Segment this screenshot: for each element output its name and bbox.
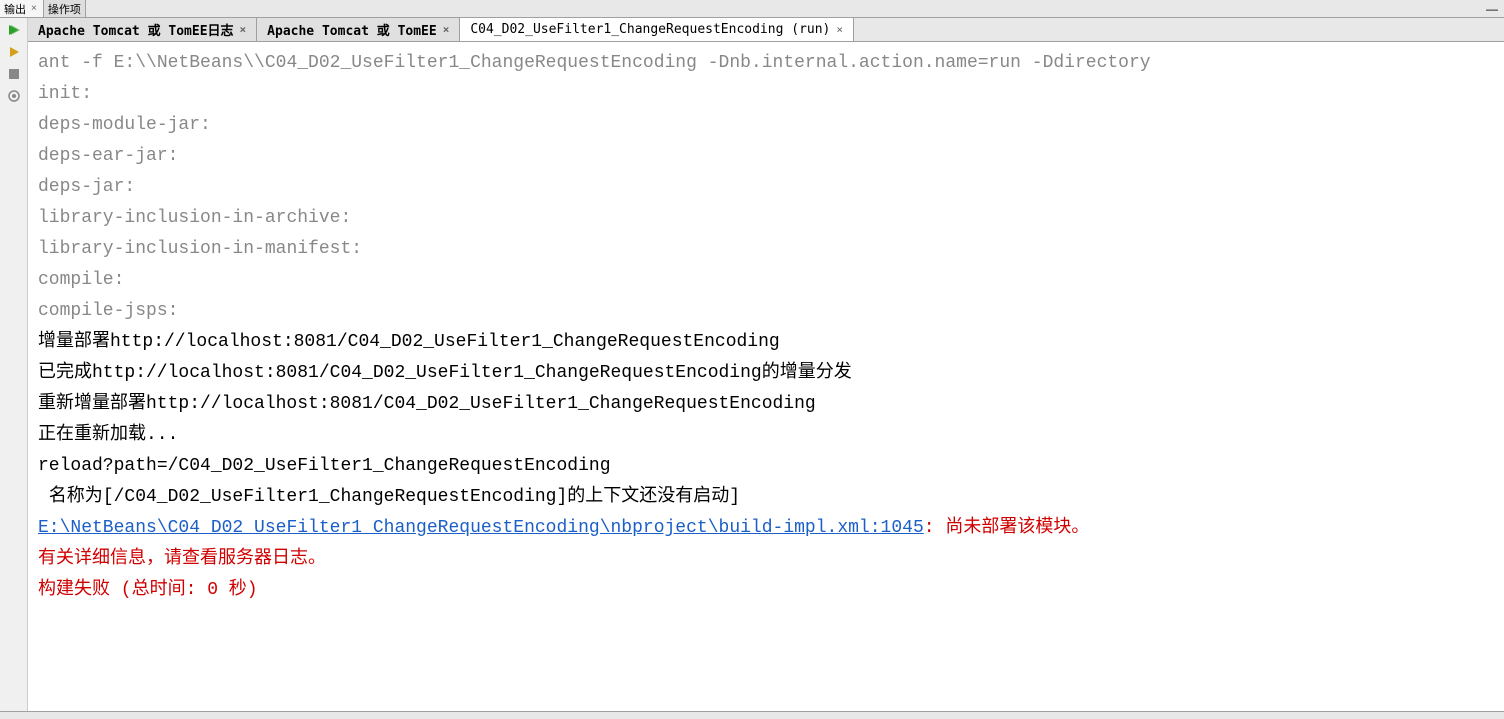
close-icon[interactable]: ×	[836, 23, 843, 36]
settings-icon[interactable]	[6, 88, 22, 104]
console-line: init:	[38, 79, 1494, 110]
stop-icon[interactable]	[6, 66, 22, 82]
close-icon[interactable]: ×	[240, 23, 247, 36]
main-area: Apache Tomcat 或 TomEE日志 × Apache Tomcat …	[0, 18, 1504, 711]
console-line: 重新增量部署http://localhost:8081/C04_D02_UseF…	[38, 389, 1494, 420]
console-line: deps-ear-jar:	[38, 141, 1494, 172]
tab-label: 操作项	[48, 1, 81, 17]
tab-actions[interactable]: 操作项	[44, 0, 86, 17]
content-area: Apache Tomcat 或 TomEE日志 × Apache Tomcat …	[28, 18, 1504, 711]
run-icon[interactable]	[6, 44, 22, 60]
console-error-line: E:\NetBeans\C04_D02_UseFilter1_ChangeReq…	[38, 513, 1494, 544]
tab-label: Apache Tomcat 或 TomEE日志	[38, 20, 234, 39]
console-error-detail: 有关详细信息，请查看服务器日志。	[38, 544, 1494, 575]
tab-label: C04_D02_UseFilter1_ChangeRequestEncoding…	[470, 22, 830, 37]
console-line: library-inclusion-in-manifest:	[38, 234, 1494, 265]
tab-run-output[interactable]: C04_D02_UseFilter1_ChangeRequestEncoding…	[460, 18, 854, 41]
console-line: library-inclusion-in-archive:	[38, 203, 1494, 234]
tab-label: Apache Tomcat 或 TomEE	[267, 20, 437, 39]
console-line: 已完成http://localhost:8081/C04_D02_UseFilt…	[38, 358, 1494, 389]
close-icon[interactable]: ×	[443, 23, 450, 36]
console-line: 增量部署http://localhost:8081/C04_D02_UseFil…	[38, 327, 1494, 358]
console-line: 名称为[/C04_D02_UseFilter1_ChangeRequestEnc…	[38, 482, 1494, 513]
console-build-fail: 构建失败 (总时间: 0 秒)	[38, 575, 1494, 606]
console-line: reload?path=/C04_D02_UseFilter1_ChangeRe…	[38, 451, 1494, 482]
bottom-border	[0, 711, 1504, 719]
console-line: deps-jar:	[38, 172, 1494, 203]
toolbar-gutter	[0, 18, 28, 711]
rerun-icon[interactable]	[6, 22, 22, 38]
console-line: 正在重新加载...	[38, 420, 1494, 451]
close-icon[interactable]: ×	[29, 3, 39, 14]
error-file-link[interactable]: E:\NetBeans\C04_D02_UseFilter1_ChangeReq…	[38, 518, 924, 538]
tab-tomcat-log[interactable]: Apache Tomcat 或 TomEE日志 ×	[28, 18, 257, 41]
tab-output[interactable]: 输出 ×	[0, 0, 44, 17]
console-line: compile:	[38, 265, 1494, 296]
console-line: deps-module-jar:	[38, 110, 1494, 141]
console-output[interactable]: ant -f E:\\NetBeans\\C04_D02_UseFilter1_…	[28, 42, 1504, 711]
tab-tomcat[interactable]: Apache Tomcat 或 TomEE ×	[257, 18, 460, 41]
minimize-button[interactable]: —	[1480, 0, 1504, 17]
console-line: ant -f E:\\NetBeans\\C04_D02_UseFilter1_…	[38, 48, 1494, 79]
minimize-icon: —	[1486, 2, 1498, 16]
tab-label: 输出	[4, 1, 26, 17]
output-tabs: Apache Tomcat 或 TomEE日志 × Apache Tomcat …	[28, 18, 1504, 42]
console-line: compile-jsps:	[38, 296, 1494, 327]
panel-tabs: 输出 × 操作项 —	[0, 0, 1504, 18]
